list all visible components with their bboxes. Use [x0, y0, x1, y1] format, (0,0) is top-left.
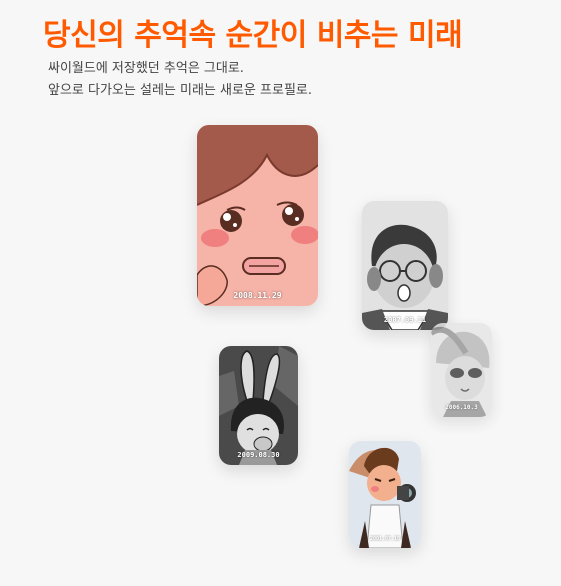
profile-card-camera[interactable]: 2001.07.10	[349, 441, 421, 548]
profile-card-sunglasses[interactable]: 2006.10.3	[431, 323, 492, 417]
bunny-girl-illustration	[219, 346, 298, 465]
description-line-2: 앞으로 다가오는 설레는 미래는 새로운 프로필로.	[48, 83, 312, 98]
card-date: 2007.09.11	[383, 316, 427, 324]
sunglasses-character-illustration	[431, 323, 492, 417]
description-line-1: 싸이월드에 저장했던 추억은 그대로.	[48, 61, 244, 76]
card-date: 2001.07.10	[369, 536, 401, 542]
camera-man-illustration	[349, 441, 421, 548]
profile-card-crying[interactable]: 2008.11.29	[197, 125, 318, 306]
profile-card-bunny[interactable]: 2009.08.30	[219, 346, 298, 465]
card-date: 2006.10.3	[445, 404, 478, 411]
card-date: 2008.11.29	[233, 291, 282, 300]
profile-card-glasses[interactable]: 2007.09.11	[362, 201, 448, 330]
description: 싸이월드에 저장했던 추억은 그대로. 앞으로 다가오는 설레는 미래는 새로운…	[48, 58, 312, 102]
glasses-man-illustration	[362, 201, 448, 330]
crying-character-illustration	[197, 125, 318, 306]
page-title: 당신의 추억속 순간이 비추는 미래	[43, 18, 463, 53]
card-date: 2009.08.30	[237, 451, 280, 459]
